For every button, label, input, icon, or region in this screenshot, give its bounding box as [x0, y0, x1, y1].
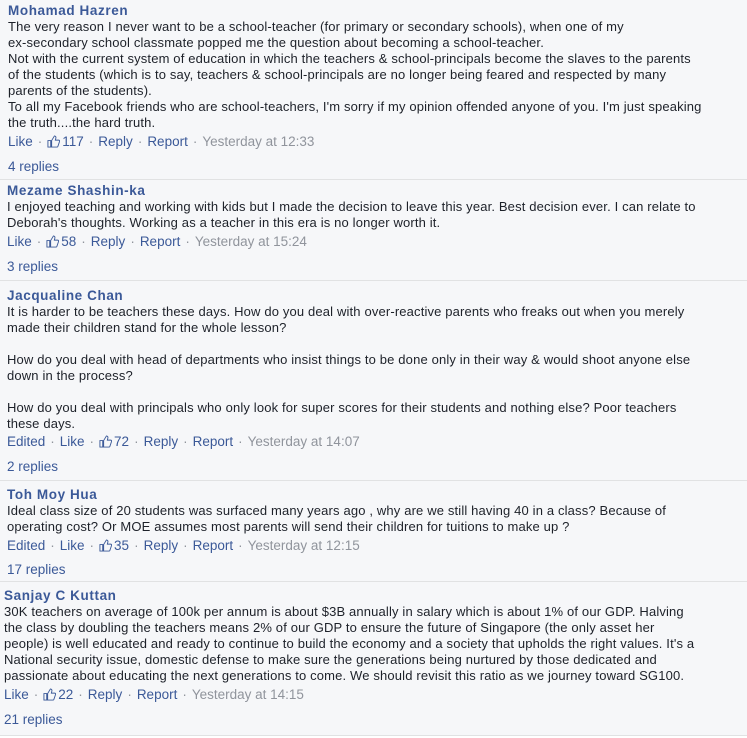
separator: · — [78, 687, 83, 702]
comment-actions: Like · 58 · Reply · Report · Yesterday a… — [7, 234, 307, 249]
timestamp[interactable]: Yesterday at 14:15 — [192, 687, 304, 702]
timestamp[interactable]: Yesterday at 14:07 — [248, 434, 360, 449]
separator: · — [127, 687, 132, 702]
comment-text: Ideal class size of 20 students was surf… — [7, 503, 667, 534]
thumbs-up-icon — [47, 135, 61, 148]
comment-2: Mezame Shashin-ka I enjoyed teaching and… — [0, 180, 747, 281]
timestamp[interactable]: Yesterday at 12:33 — [202, 134, 314, 149]
comment-author[interactable]: Toh Moy Hua — [7, 487, 97, 502]
timestamp[interactable]: Yesterday at 15:24 — [195, 234, 307, 249]
like-count-value: 72 — [114, 434, 130, 449]
comment-text: I enjoyed teaching and working with kids… — [7, 199, 696, 230]
separator: · — [81, 234, 86, 249]
like-count[interactable]: 58 — [46, 234, 76, 249]
separator: · — [50, 434, 55, 449]
like-count-value: 22 — [58, 687, 74, 702]
report-button[interactable]: Report — [147, 134, 188, 149]
comment-text: 30K teachers on average of 100k per annu… — [4, 604, 695, 683]
separator: · — [33, 687, 39, 702]
separator: · — [89, 434, 95, 449]
separator: · — [182, 687, 187, 702]
like-count[interactable]: 72 — [99, 434, 129, 449]
thumbs-up-icon — [46, 235, 60, 248]
comment-actions: Like · 117 · Reply · Report · Yesterday … — [8, 134, 314, 149]
reply-button[interactable]: Reply — [144, 434, 179, 449]
separator: · — [88, 134, 94, 149]
separator: · — [183, 538, 188, 553]
comment-actions: Like · 22 · Reply · Report · Yesterday a… — [4, 687, 304, 702]
separator: · — [137, 134, 143, 149]
like-button[interactable]: Like — [60, 434, 85, 449]
separator: · — [192, 134, 198, 149]
separator: · — [238, 434, 243, 449]
edited-link[interactable]: Edited — [7, 538, 45, 553]
separator: · — [89, 538, 95, 553]
like-count-value: 58 — [61, 234, 77, 249]
like-count-value: 35 — [114, 538, 130, 553]
reply-button[interactable]: Reply — [91, 234, 126, 249]
separator: · — [134, 538, 139, 553]
report-button[interactable]: Report — [193, 434, 234, 449]
view-replies-link[interactable]: 21 replies — [4, 712, 63, 727]
comment-text: The very reason I never want to be a sch… — [8, 19, 702, 130]
reply-button[interactable]: Reply — [98, 134, 133, 149]
view-replies-link[interactable]: 4 replies — [8, 159, 59, 174]
separator: · — [183, 434, 188, 449]
comment-text: It is harder to be teachers these days. … — [7, 304, 691, 431]
comment-author[interactable]: Mohamad Hazren — [8, 3, 128, 18]
reply-button[interactable]: Reply — [88, 687, 123, 702]
view-replies-link[interactable]: 3 replies — [7, 259, 58, 274]
separator: · — [134, 434, 139, 449]
separator: · — [36, 234, 42, 249]
comment-4: Toh Moy Hua Ideal class size of 20 stude… — [0, 481, 747, 582]
thumbs-up-icon — [43, 688, 57, 701]
separator: · — [37, 134, 43, 149]
comment-author[interactable]: Mezame Shashin-ka — [7, 183, 146, 198]
edited-link[interactable]: Edited — [7, 434, 45, 449]
like-count[interactable]: 117 — [47, 134, 84, 149]
separator: · — [50, 538, 55, 553]
like-count-value: 117 — [62, 134, 84, 149]
like-count[interactable]: 22 — [43, 687, 73, 702]
comment-author[interactable]: Jacqualine Chan — [7, 288, 123, 303]
comment-author[interactable]: Sanjay C Kuttan — [4, 588, 117, 603]
report-button[interactable]: Report — [137, 687, 178, 702]
comment-3: Jacqualine Chan It is harder to be teach… — [0, 281, 747, 481]
thumbs-up-icon — [99, 435, 113, 448]
view-replies-link[interactable]: 17 replies — [7, 562, 66, 577]
like-button[interactable]: Like — [4, 687, 29, 702]
report-button[interactable]: Report — [140, 234, 181, 249]
report-button[interactable]: Report — [193, 538, 234, 553]
timestamp[interactable]: Yesterday at 12:15 — [248, 538, 360, 553]
like-button[interactable]: Like — [60, 538, 85, 553]
separator: · — [185, 234, 190, 249]
comment-5: Sanjay C Kuttan 30K teachers on average … — [0, 582, 747, 736]
view-replies-link[interactable]: 2 replies — [7, 459, 58, 474]
comment-actions: Edited · Like · 72 · Reply · Report · Ye… — [7, 434, 360, 449]
comment-actions: Edited · Like · 35 · Reply · Report · Ye… — [7, 538, 360, 553]
reply-button[interactable]: Reply — [144, 538, 179, 553]
comment-1: Mohamad Hazren The very reason I never w… — [0, 0, 747, 180]
like-button[interactable]: Like — [7, 234, 32, 249]
thumbs-up-icon — [99, 539, 113, 552]
like-count[interactable]: 35 — [99, 538, 129, 553]
separator: · — [130, 234, 135, 249]
like-button[interactable]: Like — [8, 134, 33, 149]
separator: · — [238, 538, 243, 553]
